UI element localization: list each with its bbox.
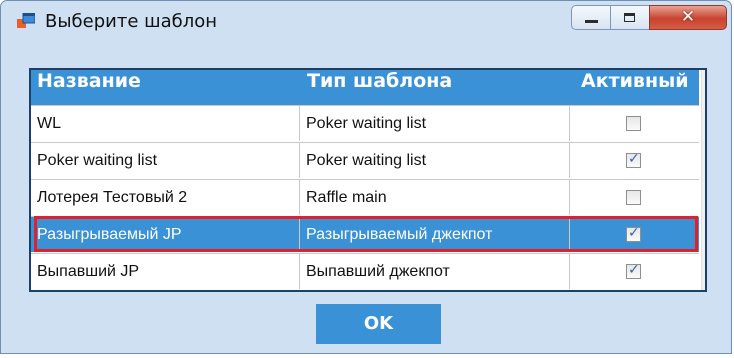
grid-header: Название Тип шаблона Активный (31, 70, 699, 105)
table-row[interactable]: Лотерея Тестовый 2 Raffle main (31, 179, 699, 215)
column-divider (569, 143, 570, 178)
minimize-button[interactable] (571, 5, 611, 30)
window-title: Выберите шаблон (45, 11, 218, 32)
minimize-icon (585, 20, 598, 23)
cell-type[interactable]: Выпавший джекпот (300, 254, 569, 289)
app-window-icon (17, 13, 35, 28)
scroll-up-icon[interactable]: ▲ (702, 76, 705, 88)
title-bar[interactable]: Выберите шаблон ✕ (1, 1, 731, 35)
maximize-icon (624, 13, 635, 22)
table-row[interactable]: WL Poker waiting list (31, 105, 699, 141)
close-button[interactable]: ✕ (649, 5, 727, 30)
column-header-name[interactable]: Название (37, 70, 141, 105)
cell-type[interactable]: Poker waiting list (300, 106, 569, 141)
checkmark-icon: ✓ (628, 262, 640, 278)
active-checkbox-unchecked[interactable] (626, 116, 641, 131)
column-divider (569, 106, 570, 141)
active-checkbox-checked[interactable]: ✓ (626, 151, 641, 168)
table-row[interactable]: Poker waiting list Poker waiting list ✓ (31, 142, 699, 178)
table-row[interactable]: Выпавший JP Выпавший джекпот ✓ (31, 253, 699, 289)
scroll-down-icon[interactable]: ▼ (702, 268, 705, 280)
templates-grid-panel: Название Тип шаблона Активный WL Poker wa… (29, 68, 707, 292)
column-divider (569, 254, 570, 289)
cell-type[interactable]: Poker waiting list (300, 143, 569, 178)
close-icon: ✕ (680, 7, 696, 27)
checkmark-icon: ✓ (628, 151, 640, 167)
column-header-type[interactable]: Тип шаблона (307, 70, 452, 105)
dialog-window: Выберите шаблон ✕ Название Тип шаблона А… (0, 0, 732, 354)
ok-button[interactable]: OK (316, 304, 441, 344)
cell-name[interactable]: Выпавший JP (31, 254, 299, 289)
cell-name[interactable]: WL (31, 106, 299, 141)
selected-row-highlight (34, 216, 698, 252)
cell-type[interactable]: Raffle main (300, 180, 569, 215)
active-checkbox-checked[interactable]: ✓ (626, 262, 641, 279)
column-divider (569, 180, 570, 215)
maximize-button[interactable] (610, 5, 650, 30)
cell-name[interactable]: Poker waiting list (31, 143, 299, 178)
vertical-scrollbar[interactable]: ▲ ▼ (701, 70, 705, 290)
column-header-active[interactable]: Активный (581, 70, 689, 105)
active-checkbox-unchecked[interactable] (626, 190, 641, 205)
cell-name[interactable]: Лотерея Тестовый 2 (31, 180, 299, 215)
